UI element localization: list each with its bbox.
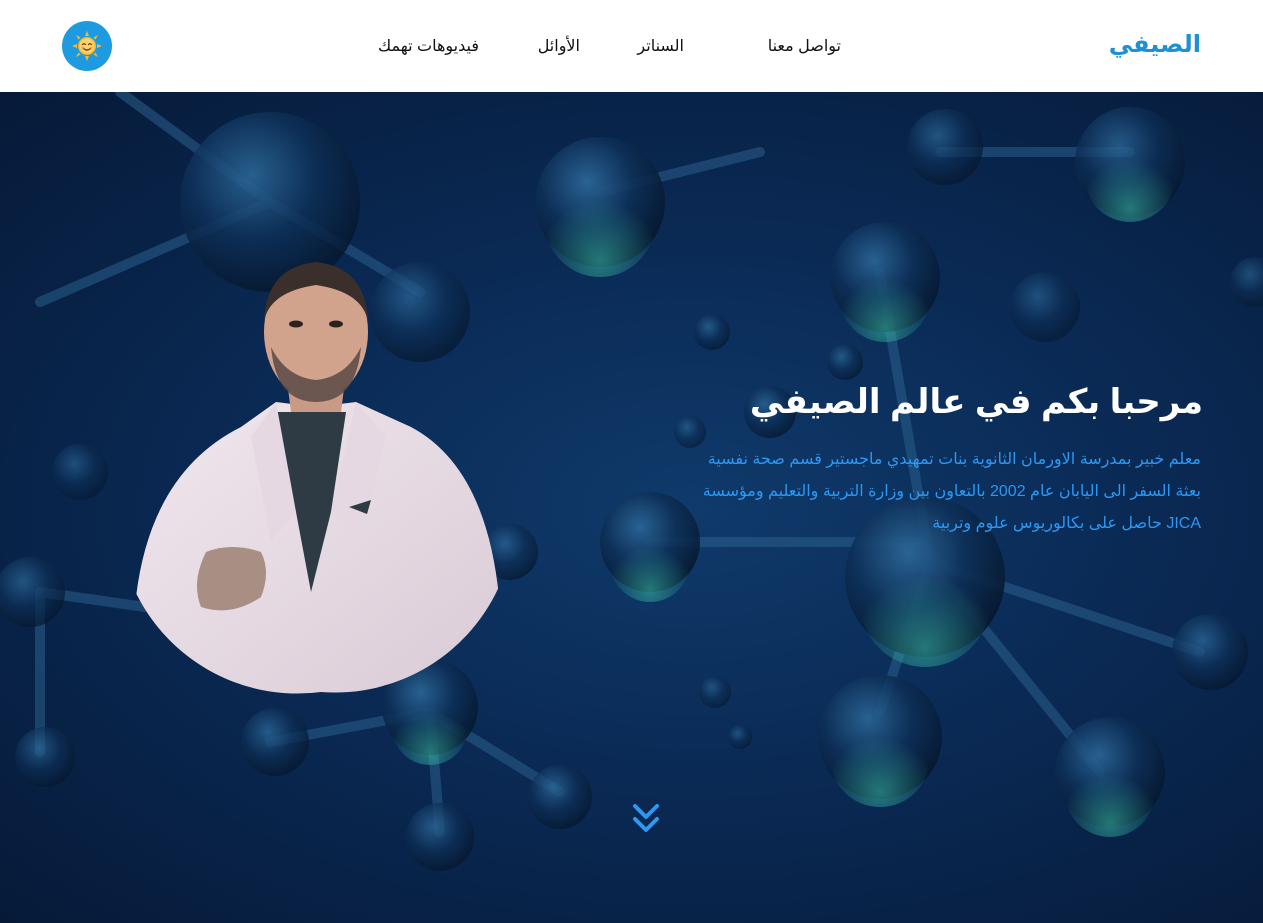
portrait-image	[136, 262, 499, 694]
nav-link-videos[interactable]: فيديوهات تهمك	[378, 36, 479, 56]
nav-link-contact[interactable]: تواصل معنا	[768, 36, 841, 56]
nav-link-centers[interactable]: السناتر	[637, 36, 684, 56]
navbar: الصيفي فيديوهات تهمك الأوائل السناتر توا…	[0, 0, 1263, 92]
double-chevron-down-icon	[633, 804, 659, 832]
hero-description: معلم خبير بمدرسة الاورمان الثانوية بنات …	[702, 451, 1201, 532]
scroll-down-button[interactable]	[632, 802, 660, 836]
hero-section: مرحبا بكم في عالم الصيفي معلم خبير بمدرس…	[0, 92, 1263, 923]
hero-title: مرحبا بكم في عالم الصيفي	[749, 383, 1203, 421]
nav-link-top-students[interactable]: الأوائل	[538, 36, 580, 56]
teacher-portrait	[131, 252, 501, 694]
theme-toggle-button[interactable]	[62, 21, 112, 71]
smiling-sun-icon	[72, 31, 102, 61]
main-nav: فيديوهات تهمك الأوائل السناتر تواصل معنا	[0, 36, 1263, 58]
